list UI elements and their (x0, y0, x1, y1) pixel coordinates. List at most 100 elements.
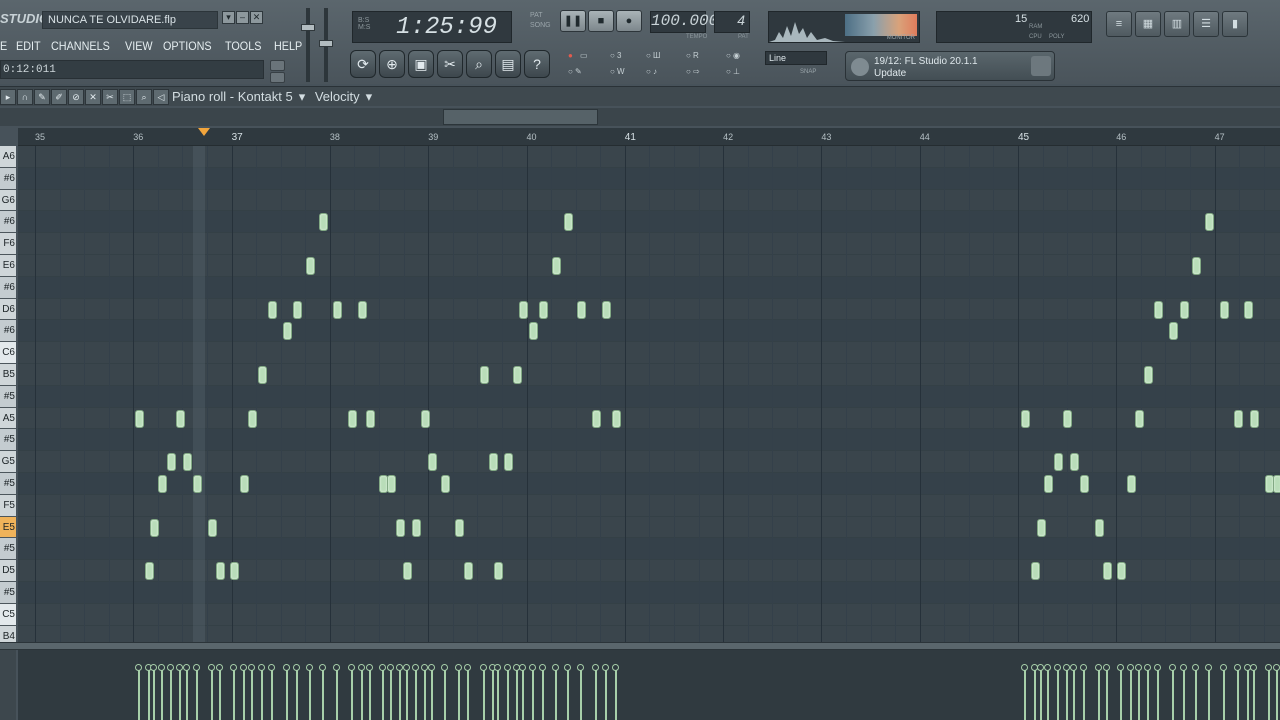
piano-key-sharp-5[interactable]: #5 (0, 429, 16, 452)
menu-item-tools[interactable]: TOOLS (225, 36, 261, 56)
velocity-bar[interactable] (1138, 668, 1140, 720)
note[interactable] (1144, 366, 1153, 384)
piano-key-a5[interactable]: A5 (0, 407, 16, 430)
cpu-meter[interactable]: 15 620 CPU POLY RAM (936, 11, 1092, 43)
velocity-bar[interactable] (296, 668, 298, 720)
note[interactable] (513, 366, 522, 384)
notes-icon[interactable]: ▤ (495, 50, 521, 78)
velocity-handle[interactable] (1127, 664, 1134, 671)
piano-key-sharp-5[interactable]: #5 (0, 385, 16, 408)
piano-key-sharp-6[interactable]: #6 (0, 167, 16, 190)
metronome-icon[interactable]: ○ 3 (610, 51, 622, 60)
menu-arrow-icon[interactable]: ▾ (222, 11, 235, 24)
velocity-bar[interactable] (1208, 668, 1210, 720)
velocity-handle[interactable] (564, 664, 571, 671)
velocity-handle[interactable] (1169, 664, 1176, 671)
note[interactable] (464, 562, 473, 581)
pin-icon[interactable]: ○ ⊥ (726, 67, 740, 76)
velocity-bar[interactable] (309, 668, 311, 720)
velocity-bar[interactable] (1098, 668, 1100, 720)
velocity-handle[interactable] (396, 664, 403, 671)
velocity-bar[interactable] (1157, 668, 1159, 720)
velocity-bar[interactable] (170, 668, 172, 720)
velocity-handle[interactable] (455, 664, 462, 671)
velocity-bar[interactable] (1066, 668, 1068, 720)
event-dropdown-icon[interactable]: ▾ (366, 89, 373, 104)
velocity-bar[interactable] (1253, 668, 1255, 720)
brush-icon[interactable]: ✐ (51, 89, 67, 105)
velocity-handle[interactable] (412, 664, 419, 671)
velocity-handle[interactable] (504, 664, 511, 671)
velocity-handle[interactable] (1080, 664, 1087, 671)
note[interactable] (1054, 453, 1063, 472)
velocity-handle[interactable] (480, 664, 487, 671)
velocity-handle[interactable] (193, 664, 200, 671)
velocity-bar[interactable] (233, 668, 235, 720)
velocity-bar[interactable] (186, 668, 188, 720)
note[interactable] (306, 257, 315, 275)
note[interactable] (489, 453, 498, 472)
piano-key-c5[interactable]: C5 (0, 603, 16, 626)
save-icon[interactable]: ▣ (408, 50, 434, 78)
velocity-handle[interactable] (183, 664, 190, 671)
velocity-handle[interactable] (333, 664, 340, 671)
note[interactable] (208, 518, 217, 537)
velocity-bar[interactable] (605, 668, 607, 720)
note[interactable] (358, 300, 367, 319)
note[interactable] (248, 409, 257, 428)
velocity-bar[interactable] (580, 668, 582, 720)
velocity-handle[interactable] (1070, 664, 1077, 671)
note[interactable] (1244, 300, 1253, 319)
velocity-bar[interactable] (286, 668, 288, 720)
step-edit-icon[interactable]: ○ Ш (646, 51, 660, 60)
note[interactable] (519, 300, 528, 319)
select-icon[interactable]: ⬚ (119, 89, 135, 105)
piano-key-e6[interactable]: E6 (0, 255, 16, 277)
pat-song-switch[interactable]: PAT SONG (530, 11, 551, 31)
note[interactable] (1117, 562, 1126, 581)
velocity-bar[interactable] (1223, 668, 1225, 720)
piano-key-a6[interactable]: A6 (0, 146, 16, 168)
velocity-handle[interactable] (1044, 664, 1051, 671)
menu-item-options[interactable]: OPTIONS (163, 36, 212, 56)
velocity-handle[interactable] (1273, 664, 1280, 671)
velocity-bar[interactable] (458, 668, 460, 720)
menu-item-edit[interactable]: EDIT (16, 36, 41, 56)
note[interactable] (396, 518, 405, 537)
velocity-bar[interactable] (1073, 668, 1075, 720)
velocity-handle[interactable] (1054, 664, 1061, 671)
note[interactable] (428, 453, 437, 472)
note-grid[interactable] (18, 146, 1280, 642)
song-position-display[interactable]: B:S M:S 1:25:99 (352, 11, 512, 43)
note[interactable] (1154, 300, 1163, 319)
note[interactable] (1205, 213, 1214, 232)
velocity-bar[interactable] (444, 668, 446, 720)
velocity-handle[interactable] (358, 664, 365, 671)
mute-icon[interactable]: ✕ (85, 89, 101, 105)
velocity-bar[interactable] (1120, 668, 1122, 720)
velocity-bar[interactable] (361, 668, 363, 720)
velocity-handle[interactable] (387, 664, 394, 671)
help-icon[interactable]: ? (524, 50, 550, 78)
velocity-handle[interactable] (1037, 664, 1044, 671)
note[interactable] (441, 475, 450, 493)
note[interactable] (387, 475, 396, 493)
note[interactable] (333, 300, 342, 319)
velocity-handle[interactable] (1095, 664, 1102, 671)
velocity-bar[interactable] (1040, 668, 1042, 720)
zoom-icon[interactable]: ⌕ (466, 50, 492, 78)
velocity-handle[interactable] (519, 664, 526, 671)
note[interactable] (1080, 475, 1089, 493)
velocity-bar[interactable] (251, 668, 253, 720)
note[interactable] (193, 475, 202, 493)
note[interactable] (1103, 562, 1112, 581)
stop-button[interactable]: ■ (588, 10, 614, 32)
note[interactable] (1063, 409, 1072, 428)
velocity-bar[interactable] (382, 668, 384, 720)
loop-icon[interactable]: ○ ♪ (646, 67, 657, 76)
blend-icon[interactable]: ○ R (686, 51, 699, 60)
countdown-icon[interactable]: ○ ✎ (568, 67, 582, 76)
note[interactable] (1095, 518, 1104, 537)
velocity-bar[interactable] (483, 668, 485, 720)
velocity-handle[interactable] (1117, 664, 1124, 671)
